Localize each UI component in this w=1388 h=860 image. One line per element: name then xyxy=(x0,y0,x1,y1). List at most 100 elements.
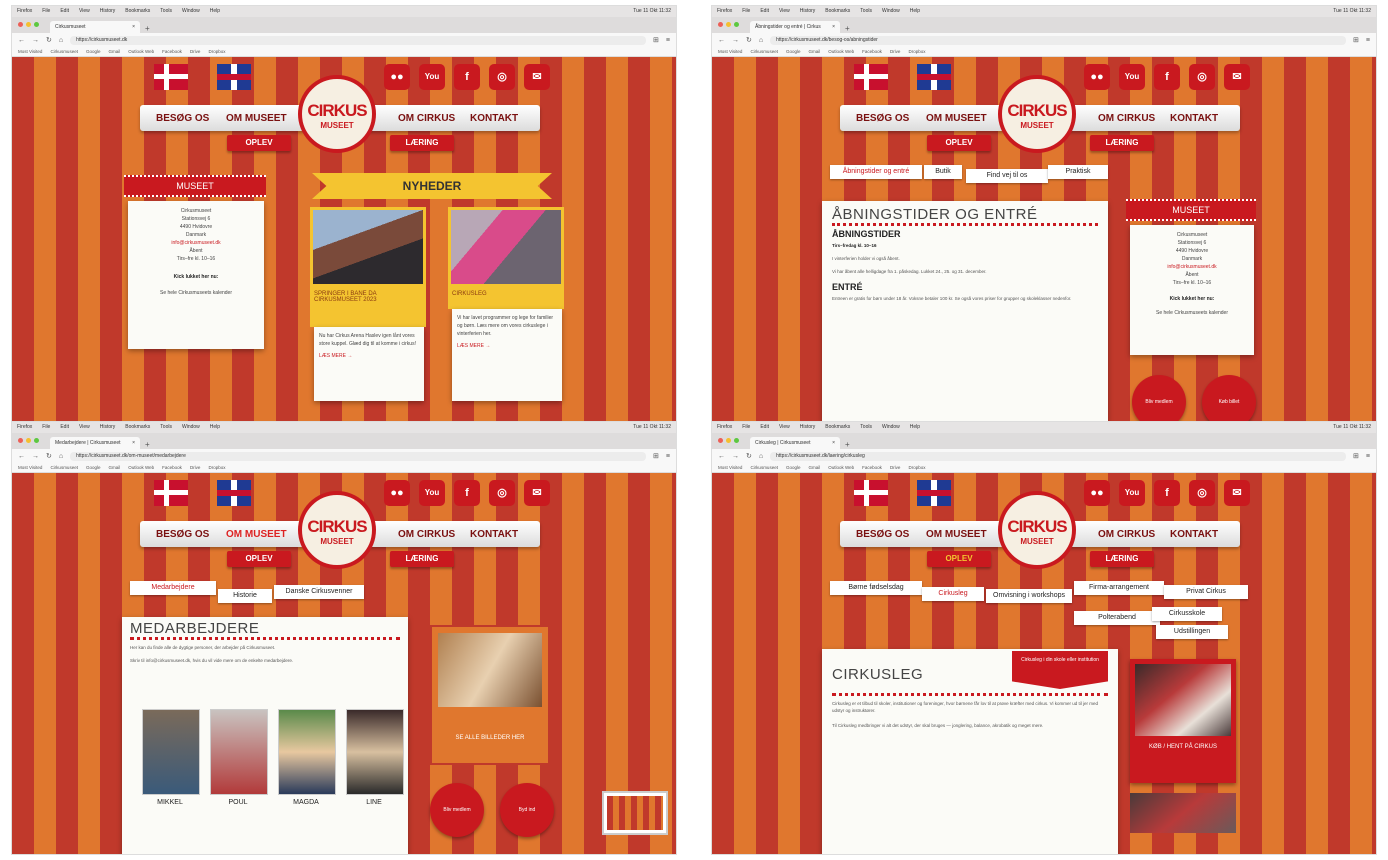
subnav-cirkusvenner[interactable]: Danske Cirkusvenner xyxy=(274,585,364,599)
news-caption-1[interactable]: SPRINGER I BANE DA CIRKUSMUSEET 2023 xyxy=(310,287,426,327)
back-icon[interactable]: ← xyxy=(718,453,725,460)
view-menu[interactable]: View xyxy=(79,6,90,17)
nav-kontakt[interactable]: KONTAKT xyxy=(1170,113,1218,124)
youtube-icon[interactable]: You xyxy=(1119,64,1145,90)
bookmark-item[interactable]: Cirkusmuseet xyxy=(750,49,778,54)
subnav-udstillingen[interactable]: Udstillingen xyxy=(1156,625,1228,639)
home-icon[interactable]: ⌂ xyxy=(759,453,763,460)
firefox-menu[interactable]: Firefox xyxy=(717,6,732,17)
file-menu[interactable]: File xyxy=(742,422,750,433)
address-bar[interactable]: https://cirkusmuseet.dk/om-museet/medarb… xyxy=(70,451,647,461)
subnav-fodselsdag[interactable]: Børne fødselsdag xyxy=(830,581,922,595)
danish-flag-icon[interactable] xyxy=(854,64,888,90)
youtube-icon[interactable]: You xyxy=(419,480,445,506)
forward-icon[interactable]: → xyxy=(32,453,39,460)
new-tab-icon[interactable]: + xyxy=(140,440,155,449)
nav-laering[interactable]: LÆRING xyxy=(1090,135,1154,151)
menu-icon[interactable]: ≡ xyxy=(666,453,670,460)
extensions-icon[interactable]: ⊞ xyxy=(653,452,659,460)
cirkus-museet-logo[interactable]: CIRKUS MUSEET xyxy=(298,491,376,569)
facebook-icon[interactable]: f xyxy=(1154,64,1180,90)
mail-icon[interactable]: ✉ xyxy=(524,64,550,90)
edit-menu[interactable]: Edit xyxy=(760,422,769,433)
new-tab-icon[interactable]: + xyxy=(140,24,155,33)
read-more-link-2[interactable]: LÆS MERE → xyxy=(457,342,557,350)
bookmark-item[interactable]: Google xyxy=(786,49,801,54)
maximize-icon[interactable] xyxy=(34,438,39,443)
tools-menu[interactable]: Tools xyxy=(860,422,872,433)
subnav-privat-cirkus[interactable]: Privat Cirkus xyxy=(1164,585,1248,599)
edit-menu[interactable]: Edit xyxy=(60,422,69,433)
side-promo[interactable]: KØB / HENT PÅ CIRKUS xyxy=(1130,659,1236,783)
reload-icon[interactable]: ↻ xyxy=(746,452,752,460)
nav-oplev[interactable]: OPLEV xyxy=(227,135,291,151)
bookmark-item[interactable]: Facebook xyxy=(862,49,882,54)
minimize-icon[interactable] xyxy=(726,438,731,443)
back-icon[interactable]: ← xyxy=(718,37,725,44)
email-link[interactable]: info@cirkusmuseet.dk xyxy=(1136,263,1248,271)
bookmark-item[interactable]: Cirkusmuseet xyxy=(750,465,778,470)
bookmark-item[interactable]: Cirkusmuseet xyxy=(50,49,78,54)
history-menu[interactable]: History xyxy=(800,422,816,433)
edit-menu[interactable]: Edit xyxy=(60,6,69,17)
danish-flag-icon[interactable] xyxy=(154,480,188,506)
address-bar[interactable]: https://cirkusmuseet.dk/besog-os/abnings… xyxy=(770,35,1347,45)
reload-icon[interactable]: ↻ xyxy=(46,452,52,460)
bookmark-item[interactable]: Most Visited xyxy=(718,49,742,54)
instagram-icon[interactable]: ◎ xyxy=(1189,480,1215,506)
file-menu[interactable]: File xyxy=(742,6,750,17)
nav-om-cirkus[interactable]: OM CIRKUS xyxy=(398,113,455,124)
staff-card[interactable]: LINE xyxy=(346,709,404,807)
edit-menu[interactable]: Edit xyxy=(760,6,769,17)
back-icon[interactable]: ← xyxy=(18,453,25,460)
side-promo-photo-2[interactable] xyxy=(1130,793,1236,833)
history-menu[interactable]: History xyxy=(100,6,116,17)
bookmark-item[interactable]: Facebook xyxy=(162,465,182,470)
bookmark-item[interactable]: Google xyxy=(786,465,801,470)
new-tab-icon[interactable]: + xyxy=(840,24,855,33)
bookmark-item[interactable]: Facebook xyxy=(162,49,182,54)
reload-icon[interactable]: ↻ xyxy=(46,36,52,44)
forward-icon[interactable]: → xyxy=(32,37,39,44)
home-icon[interactable]: ⌂ xyxy=(59,37,63,44)
bookmarks-menu[interactable]: Bookmarks xyxy=(825,6,850,17)
window-menu[interactable]: Window xyxy=(882,422,900,433)
maximize-icon[interactable] xyxy=(34,22,39,27)
close-icon[interactable] xyxy=(18,438,23,443)
subnav-butik[interactable]: Butik xyxy=(924,165,962,179)
subnav-polterabend[interactable]: Polterabend xyxy=(1074,611,1160,625)
bookmark-item[interactable]: Dropbox xyxy=(208,49,225,54)
read-more-link-1[interactable]: LÆS MERE → xyxy=(319,352,419,360)
help-menu[interactable]: Help xyxy=(210,422,220,433)
nav-om-cirkus[interactable]: OM CIRKUS xyxy=(1098,529,1155,540)
bookmark-item[interactable]: Outlook Web xyxy=(128,465,154,470)
back-icon[interactable]: ← xyxy=(18,37,25,44)
uk-flag-icon[interactable] xyxy=(217,64,251,90)
browser-tab[interactable]: Cirkusmuseet × xyxy=(50,21,140,33)
window-menu[interactable]: Window xyxy=(182,6,200,17)
flickr-icon[interactable]: ●● xyxy=(1084,64,1110,90)
file-menu[interactable]: File xyxy=(42,6,50,17)
cirkusleg-tag[interactable]: Cirkusleg i din skole eller institution xyxy=(1012,651,1108,689)
bookmark-item[interactable]: Gmail xyxy=(108,49,120,54)
uk-flag-icon[interactable] xyxy=(917,480,951,506)
thumbnail-preview[interactable] xyxy=(602,791,668,835)
forward-icon[interactable]: → xyxy=(732,453,739,460)
file-menu[interactable]: File xyxy=(42,422,50,433)
new-tab-icon[interactable]: + xyxy=(840,440,855,449)
instagram-icon[interactable]: ◎ xyxy=(1189,64,1215,90)
bookmarks-menu[interactable]: Bookmarks xyxy=(125,6,150,17)
nav-besog[interactable]: BESØG OS xyxy=(856,113,909,124)
bookmark-item[interactable]: Drive xyxy=(890,465,901,470)
bookmark-item[interactable]: Facebook xyxy=(862,465,882,470)
youtube-icon[interactable]: You xyxy=(1119,480,1145,506)
bookmark-item[interactable]: Outlook Web xyxy=(128,49,154,54)
forward-icon[interactable]: → xyxy=(732,37,739,44)
history-menu[interactable]: History xyxy=(100,422,116,433)
close-icon[interactable] xyxy=(718,22,723,27)
cirkus-museet-logo[interactable]: CIRKUS MUSEET xyxy=(998,491,1076,569)
bookmark-item[interactable]: Most Visited xyxy=(718,465,742,470)
bookmark-item[interactable]: Most Visited xyxy=(18,465,42,470)
minimize-icon[interactable] xyxy=(26,22,31,27)
close-tab-icon[interactable]: × xyxy=(132,440,135,446)
